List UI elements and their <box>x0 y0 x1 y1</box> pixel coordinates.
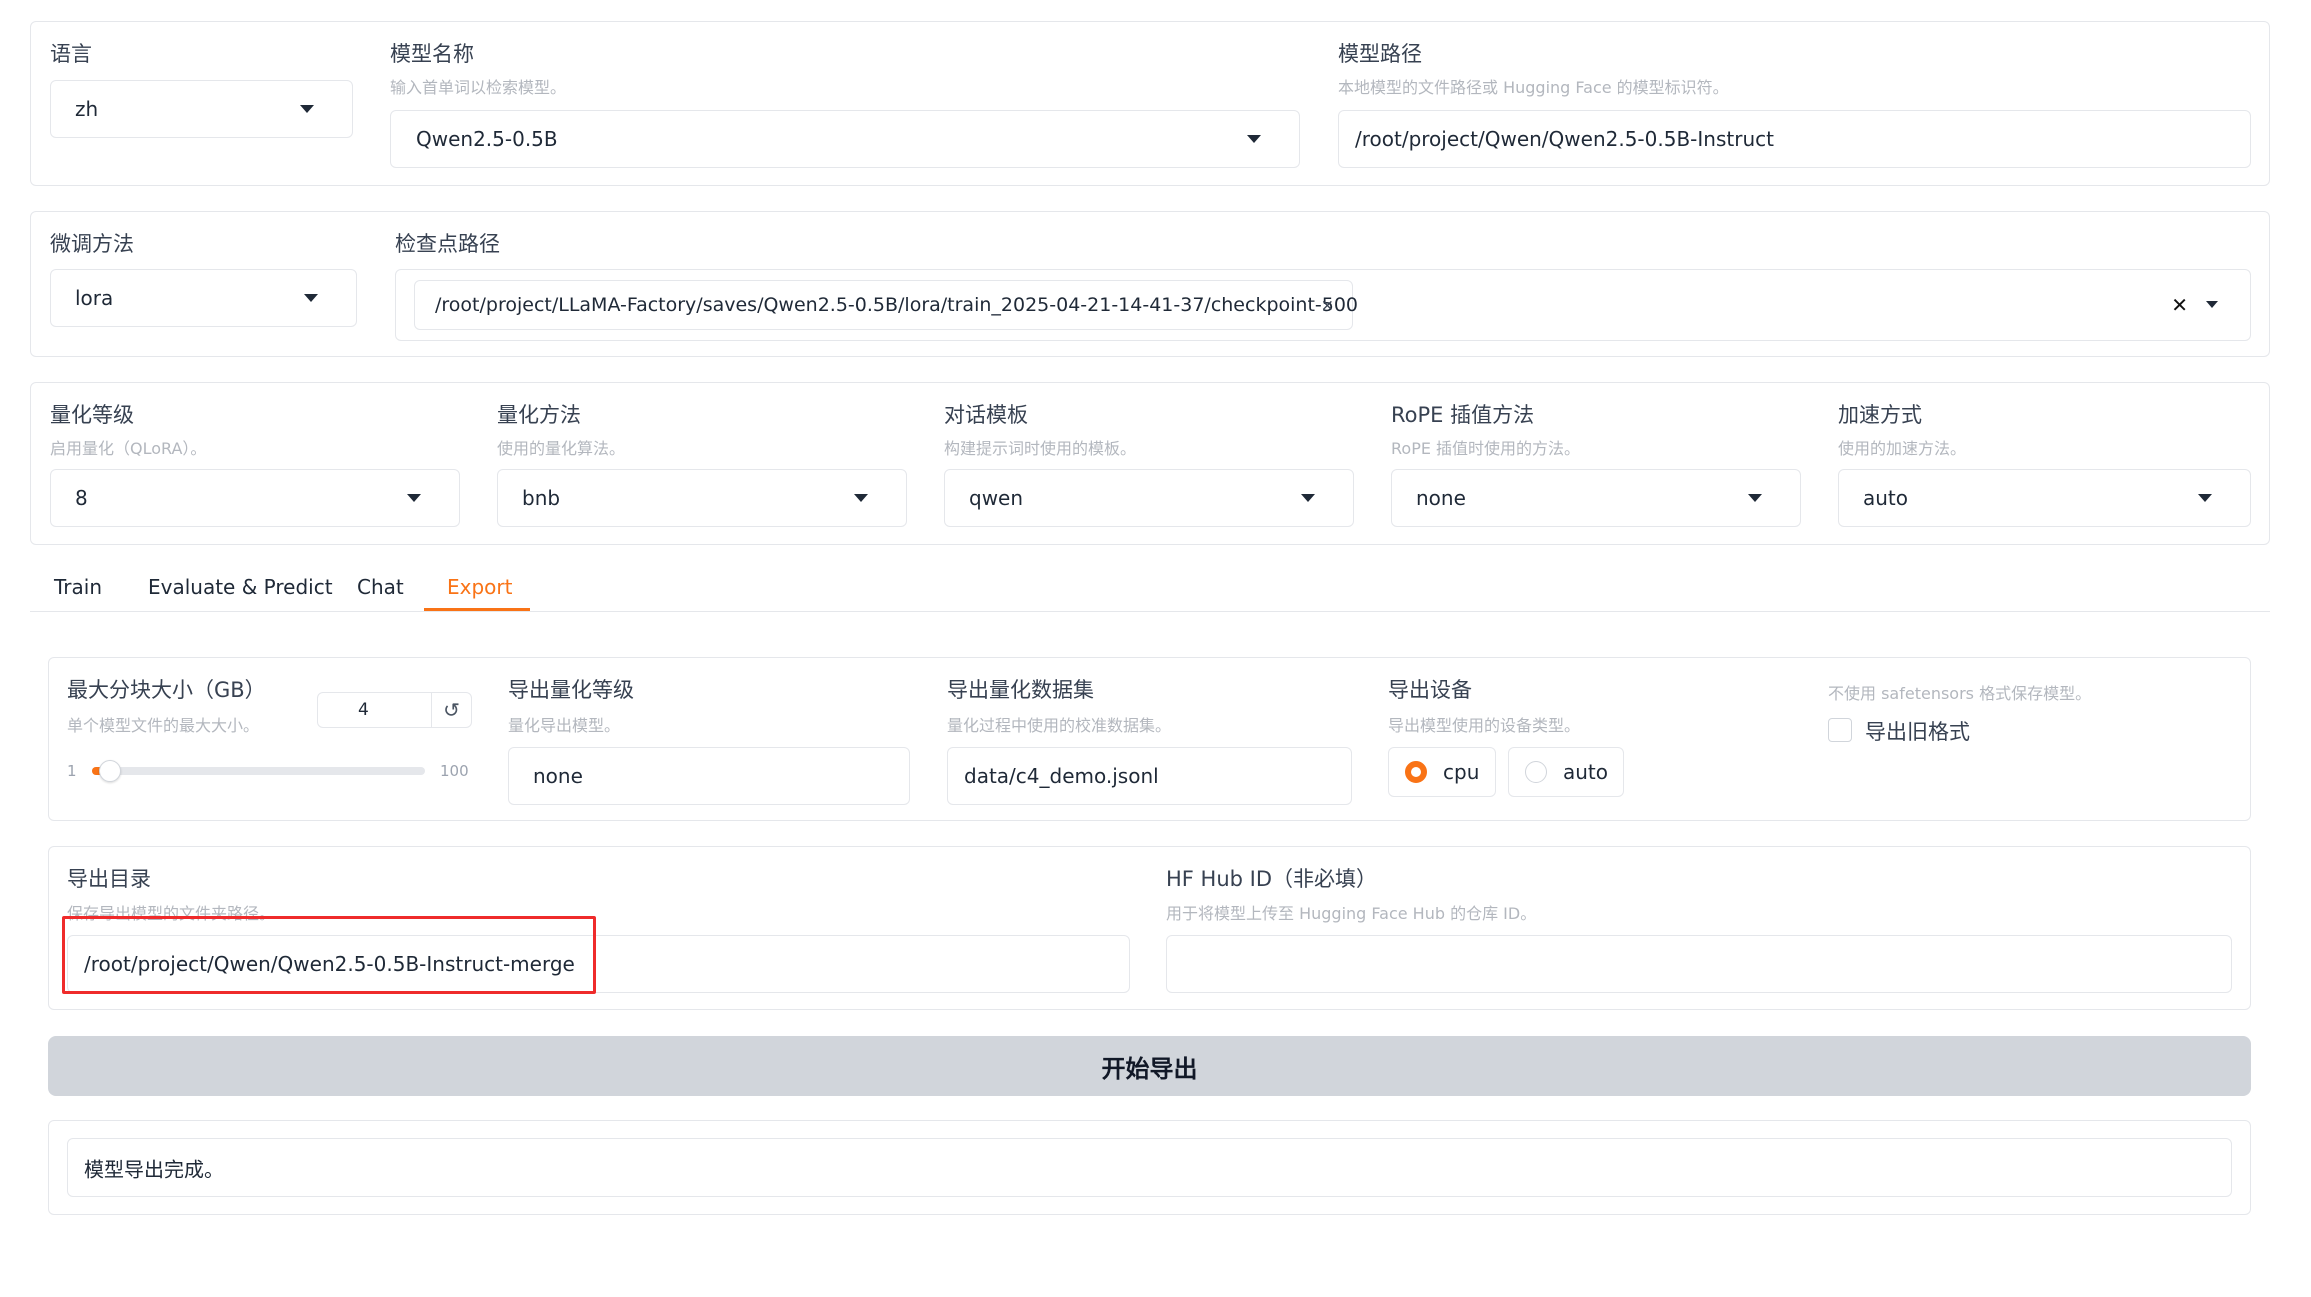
export-dir-value: /root/project/Qwen/Qwen2.5-0.5B-Instruct… <box>84 952 575 976</box>
template-label: 对话模板 <box>944 403 1028 427</box>
export-quant-dataset-input[interactable]: data/c4_demo.jsonl <box>947 747 1352 805</box>
active-tab-indicator <box>424 608 530 611</box>
booster-value: auto <box>1863 486 1909 510</box>
shard-size-value: 4 <box>358 700 369 720</box>
quant-bit-dropdown[interactable]: 8 <box>50 469 460 527</box>
chevron-down-icon <box>1748 494 1762 502</box>
model-name-value: Qwen2.5-0.5B <box>416 127 558 151</box>
slider-max-label: 100 <box>440 762 469 780</box>
hub-id-info: 用于将模型上传至 Hugging Face Hub 的仓库 ID。 <box>1166 904 1537 923</box>
template-dropdown[interactable]: qwen <box>944 469 1354 527</box>
clear-icon[interactable]: ✕ <box>2171 293 2188 317</box>
finetune-method-value: lora <box>75 286 114 310</box>
legacy-format-label[interactable]: 导出旧格式 <box>1865 716 1970 746</box>
chevron-down-icon <box>1247 135 1261 143</box>
export-device-label: 导出设备 <box>1388 678 1472 702</box>
model-name-info: 输入首单词以检索模型。 <box>390 78 567 97</box>
chip-remove-icon[interactable]: × <box>1321 296 1334 315</box>
tab-chat[interactable]: Chat <box>357 575 404 599</box>
lang-value: zh <box>75 97 99 121</box>
reset-icon[interactable]: ↺ <box>431 693 471 727</box>
radio-selected-icon <box>1405 761 1427 783</box>
hub-id-input[interactable] <box>1166 935 2232 993</box>
export-quant-dataset-label: 导出量化数据集 <box>947 678 1094 702</box>
quant-method-info: 使用的量化算法。 <box>497 439 626 458</box>
radio-cpu-label: cpu <box>1443 760 1480 784</box>
export-dir-label: 导出目录 <box>67 867 151 891</box>
app-root: 语言 zh 模型名称 输入首单词以检索模型。 Qwen2.5-0.5B 模型路径… <box>0 0 2311 1297</box>
chevron-down-icon <box>2198 494 2212 502</box>
export-quant-dataset-value: data/c4_demo.jsonl <box>964 764 1159 788</box>
booster-dropdown[interactable]: auto <box>1838 469 2251 527</box>
checkpoint-chip-text: /root/project/LLaMA-Factory/saves/Qwen2.… <box>435 294 1359 316</box>
shard-size-number-input[interactable]: 4 ↺ <box>317 692 472 728</box>
model-path-value: /root/project/Qwen/Qwen2.5-0.5B-Instruct <box>1355 127 1774 151</box>
legacy-format-checkbox[interactable] <box>1828 718 1852 742</box>
start-export-button[interactable]: 开始导出 <box>48 1036 2251 1096</box>
export-quant-bit-input[interactable]: none <box>508 747 910 805</box>
template-info: 构建提示词时使用的模板。 <box>944 439 1137 458</box>
radio-auto[interactable]: auto <box>1508 747 1624 797</box>
lang-dropdown[interactable]: zh <box>50 80 353 138</box>
shard-size-slider-track[interactable] <box>92 767 425 775</box>
finetune-method-dropdown[interactable]: lora <box>50 269 357 327</box>
booster-info: 使用的加速方法。 <box>1838 439 1967 458</box>
quant-bit-value: 8 <box>75 486 88 510</box>
tab-bar: Train Evaluate & Predict Chat Export <box>30 565 2270 612</box>
rope-info: RoPE 插值时使用的方法。 <box>1391 439 1581 458</box>
booster-label: 加速方式 <box>1838 403 1922 427</box>
legacy-format-info: 不使用 safetensors 格式保存模型。 <box>1828 684 2092 703</box>
rope-label: RoPE 插值方法 <box>1391 403 1535 427</box>
export-quant-dataset-info: 量化过程中使用的校准数据集。 <box>947 716 1172 735</box>
tab-train[interactable]: Train <box>54 575 102 599</box>
export-dir-info: 保存导出模型的文件夹路径。 <box>67 904 276 923</box>
output-text: 模型导出完成。 <box>84 1157 224 1181</box>
chevron-down-icon <box>2206 301 2218 308</box>
chevron-down-icon <box>407 494 421 502</box>
quant-bit-info: 启用量化（QLoRA）。 <box>50 439 207 458</box>
checkpoint-chip: /root/project/LLaMA-Factory/saves/Qwen2.… <box>414 280 1358 330</box>
model-path-label: 模型路径 <box>1338 42 1422 66</box>
quant-method-label: 量化方法 <box>497 403 581 427</box>
output-box: 模型导出完成。 <box>67 1138 2232 1197</box>
quant-bit-label: 量化等级 <box>50 403 134 427</box>
export-dir-input[interactable]: /root/project/Qwen/Qwen2.5-0.5B-Instruct… <box>67 935 1130 993</box>
quant-method-dropdown[interactable]: bnb <box>497 469 907 527</box>
export-quant-bit-label: 导出量化等级 <box>508 678 634 702</box>
tab-evaluate-predict[interactable]: Evaluate & Predict <box>148 575 333 599</box>
chevron-down-icon <box>300 105 314 113</box>
radio-unselected-icon <box>1525 761 1547 783</box>
chevron-down-icon <box>1301 494 1315 502</box>
slider-min-label: 1 <box>67 762 77 780</box>
model-name-label: 模型名称 <box>390 42 474 66</box>
model-path-input[interactable]: /root/project/Qwen/Qwen2.5-0.5B-Instruct <box>1338 110 2251 168</box>
lang-label: 语言 <box>50 42 92 66</box>
radio-cpu[interactable]: cpu <box>1388 747 1496 797</box>
rope-dropdown[interactable]: none <box>1391 469 1801 527</box>
tab-export[interactable]: Export <box>447 575 512 599</box>
radio-auto-label: auto <box>1563 760 1609 784</box>
chevron-down-icon <box>854 494 868 502</box>
checkpoint-label: 检查点路径 <box>395 232 500 256</box>
model-name-dropdown[interactable]: Qwen2.5-0.5B <box>390 110 1300 168</box>
finetune-method-label: 微调方法 <box>50 232 134 256</box>
shard-size-label: 最大分块大小（GB） <box>67 678 266 702</box>
checkpoint-dropdown[interactable]: /root/project/LLaMA-Factory/saves/Qwen2.… <box>395 269 2251 341</box>
shard-size-info: 单个模型文件的最大大小。 <box>67 716 260 735</box>
shard-size-slider-thumb[interactable] <box>99 760 121 782</box>
template-value: qwen <box>969 486 1024 510</box>
quant-method-value: bnb <box>522 486 561 510</box>
export-quant-bit-info: 量化导出模型。 <box>508 716 621 735</box>
chevron-down-icon <box>304 294 318 302</box>
export-quant-bit-value: none <box>533 764 583 788</box>
model-path-info: 本地模型的文件路径或 Hugging Face 的模型标识符。 <box>1338 78 1729 97</box>
rope-value: none <box>1416 486 1466 510</box>
export-device-info: 导出模型使用的设备类型。 <box>1388 716 1581 735</box>
hub-id-label: HF Hub ID（非必填） <box>1166 867 1378 891</box>
